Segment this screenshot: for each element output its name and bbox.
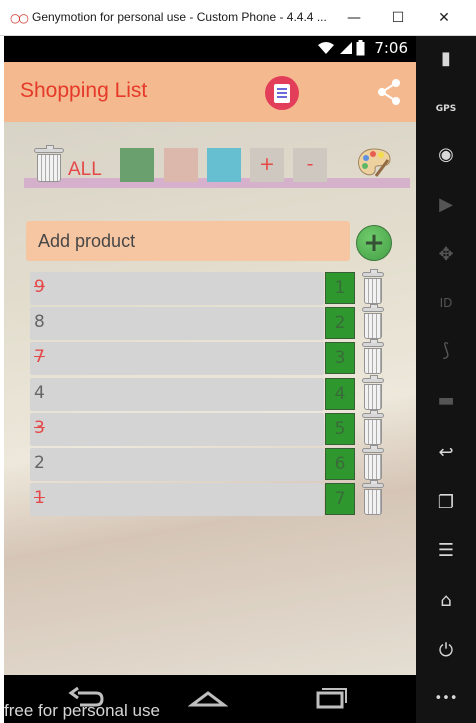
delete-item-trash-icon[interactable] <box>362 339 384 376</box>
menu-button-icon[interactable]: ☰ <box>428 536 464 566</box>
increase-font-button[interactable]: + <box>250 148 284 182</box>
list-item[interactable]: 3 <box>30 412 324 446</box>
window-title: Genymotion for personal use - Custom Pho… <box>32 10 327 24</box>
item-quantity[interactable]: 1 <box>325 272 355 304</box>
capture-widget-icon[interactable]: ▶ <box>428 190 464 220</box>
delete-item-trash-icon[interactable] <box>362 304 384 341</box>
item-name: 2 <box>34 453 45 473</box>
home-nav-icon[interactable] <box>188 683 228 715</box>
delete-item-trash-icon[interactable] <box>362 480 384 517</box>
palette-icon[interactable] <box>356 146 392 180</box>
close-button[interactable]: ✕ <box>430 6 458 30</box>
all-label[interactable]: ALL <box>68 159 102 181</box>
item-name: 7 <box>34 347 45 368</box>
power-button-icon[interactable]: ⏻ <box>428 636 464 666</box>
list-item[interactable]: 8 <box>30 307 324 341</box>
app-title: Shopping List <box>20 79 148 102</box>
wifi-icon <box>318 42 334 54</box>
status-time: 7:06 <box>374 39 408 57</box>
item-quantity[interactable]: 4 <box>325 377 355 410</box>
item-quantity[interactable]: 6 <box>325 448 355 480</box>
personal-use-watermark: free for personal use <box>4 701 160 720</box>
genymotion-logo-icon: ○○ <box>10 11 29 25</box>
item-quantity[interactable]: 2 <box>325 307 355 340</box>
message-widget-icon[interactable]: ▬ <box>428 386 464 416</box>
delete-all-trash-icon[interactable] <box>34 145 64 184</box>
color-swatch-peach[interactable] <box>164 148 198 182</box>
item-name: 4 <box>34 382 45 403</box>
genymotion-sidebar: ▮ GPS ◉ ▶ ✥ ID ⟆ ▬ ↩ ❐ ☰ ⌂ ⏻ ••• <box>416 36 476 723</box>
network-widget-icon[interactable]: ⟆ <box>428 336 464 366</box>
item-name: 9 <box>34 277 45 297</box>
gps-widget-icon[interactable]: GPS <box>428 94 464 124</box>
battery-widget-icon[interactable]: ▮ <box>428 44 464 74</box>
dpad-widget-icon[interactable]: ✥ <box>428 240 464 270</box>
add-product-field[interactable]: Add product <box>26 221 350 261</box>
item-quantity[interactable]: 3 <box>325 342 355 375</box>
item-name: 3 <box>34 417 45 438</box>
list-item[interactable]: 1 <box>30 483 324 517</box>
item-name: 8 <box>34 312 45 333</box>
add-product-button[interactable]: + <box>356 225 392 261</box>
list-item[interactable]: 9 <box>30 272 324 305</box>
camera-widget-icon[interactable]: ◉ <box>428 140 464 170</box>
item-quantity[interactable]: 7 <box>325 483 355 516</box>
delete-item-trash-icon[interactable] <box>362 445 384 482</box>
list-content: ALL + - Add product + 91827344352617 <box>4 122 416 675</box>
list-item[interactable]: 7 <box>30 342 324 376</box>
window-titlebar: ○○ Genymotion for personal use - Custom … <box>0 0 476 36</box>
status-bar: 7:06 <box>4 36 416 62</box>
add-product-label: Add product <box>38 231 136 251</box>
minimize-button[interactable]: — <box>340 6 368 30</box>
list-item[interactable]: 2 <box>30 448 324 481</box>
share-icon[interactable] <box>376 78 402 106</box>
color-swatch-green[interactable] <box>120 148 154 182</box>
more-options-icon[interactable]: ••• <box>428 684 464 714</box>
home-button-icon[interactable]: ⌂ <box>428 586 464 616</box>
phone-screen: 7:06 Shopping List ALL + - Add product +… <box>4 36 416 723</box>
id-widget-icon[interactable]: ID <box>428 288 464 318</box>
list-item[interactable]: 4 <box>30 377 324 411</box>
back-button-icon[interactable]: ↩ <box>428 438 464 468</box>
recents-nav-icon[interactable] <box>310 683 350 715</box>
maximize-button[interactable]: ☐ <box>384 6 412 30</box>
item-name: 1 <box>34 488 45 509</box>
shopping-list-logo-icon <box>265 76 299 110</box>
delete-item-trash-icon[interactable] <box>362 374 384 412</box>
item-quantity[interactable]: 5 <box>325 412 355 445</box>
color-swatch-cyan[interactable] <box>207 148 241 182</box>
app-bar: Shopping List <box>4 62 416 122</box>
decrease-font-button[interactable]: - <box>293 148 327 182</box>
delete-item-trash-icon[interactable] <box>362 409 384 447</box>
cell-signal-icon <box>340 42 352 54</box>
delete-item-trash-icon[interactable] <box>362 269 384 306</box>
recent-apps-icon[interactable]: ❐ <box>428 488 464 518</box>
battery-icon <box>356 40 365 56</box>
